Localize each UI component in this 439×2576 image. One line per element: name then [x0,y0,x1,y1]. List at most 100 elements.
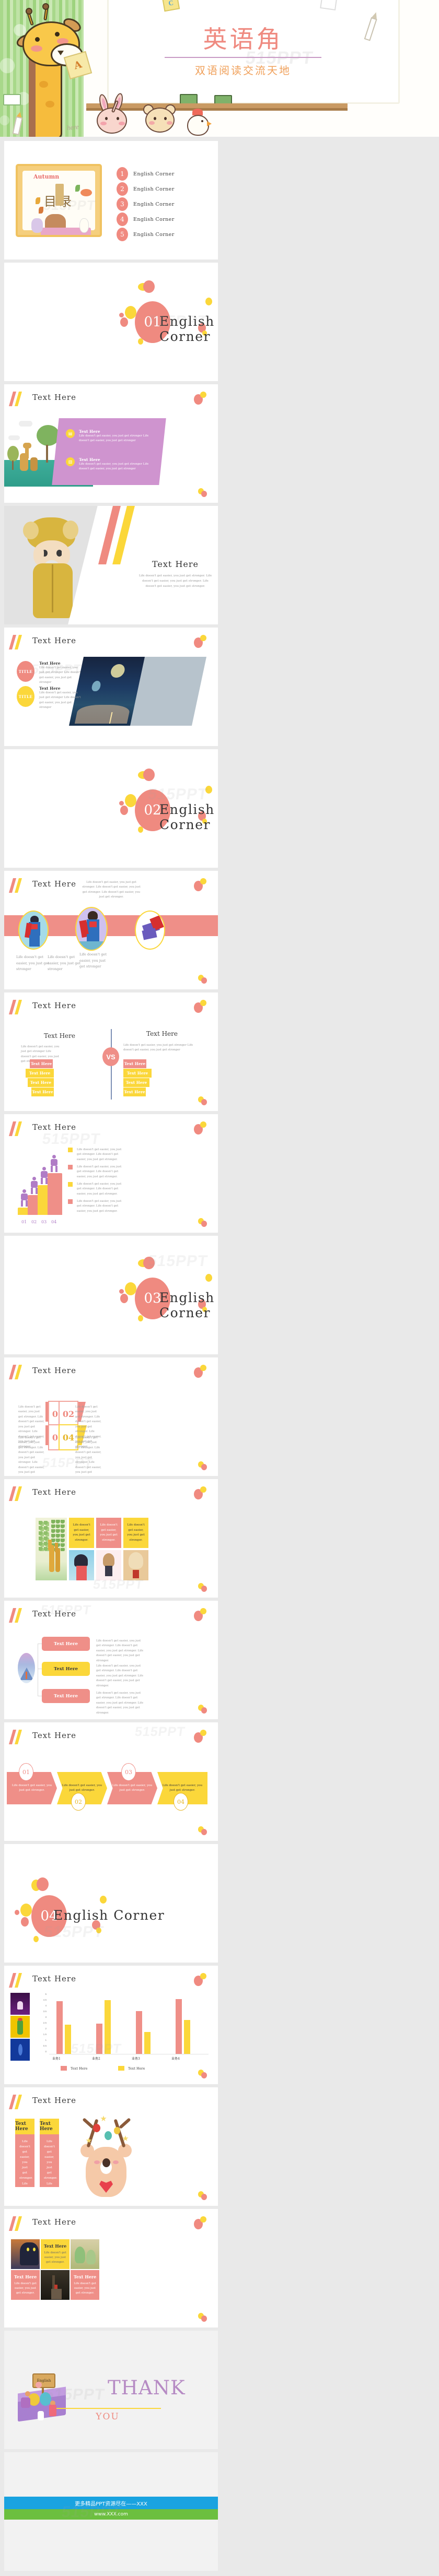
ppt-preview-page: C A here 515PPT 英语角 双语阅读交流天地 Autumn 1 En… [0,0,439,2576]
purple-block: ▥ Text Here Life doesn't get easier, you… [66,457,157,472]
slide-mosaic-cards[interactable]: Text Here Text Here Life doesn't get eas… [4,2209,218,2327]
legend-swatch [61,2066,67,2071]
deco-bubble [33,1936,39,1942]
slide-title: Text Here [32,879,76,889]
branch-button[interactable]: Text Here [42,1662,90,1676]
slide-number-boxes[interactable]: Text Here 01 02 03 04 Life doesn't get e… [4,1357,218,1476]
people-bar-label: 03 [41,1220,47,1224]
vs-right-bar[interactable]: Text Here [123,1078,149,1087]
deco-bubble [37,1877,49,1891]
slide-photo-left[interactable]: Text Here Life doesn't get easier, you j… [4,506,218,624]
gallery-photo-2 [96,1550,121,1580]
vs-left-bar[interactable]: Text Here [26,1069,54,1078]
vs-left-bar[interactable]: Text Here [31,1088,54,1096]
slide-vs-comparison[interactable]: Text Here Text Here Life doesn't get eas… [4,992,218,1111]
vs-right-bar[interactable]: Text Here [123,1088,146,1096]
numbox-text: Life doesn't get easier, you just get st… [75,1436,101,1476]
corner-dots-icon [198,1461,209,1471]
item-heading: Text Here [39,686,61,691]
gallery-text-cell: Life doesn't get easier, you just get st… [123,1518,148,1548]
block-body: Life doesn't get easier, you just get st… [79,434,149,443]
corner-dots-icon [198,1705,209,1714]
toc-item[interactable]: 3 English Corner [117,197,175,211]
deco-bubble [120,806,128,815]
legend-text: Life doesn't get easier, you just get st… [77,1183,122,1196]
slide-thank-you[interactable]: English 515PPT THANK YOU [4,2331,218,2449]
corner-dots-icon [194,635,210,648]
toc-item-label: English Corner [133,231,175,238]
slide-branch-list[interactable]: Text Here Text Here Text Here Text Here … [4,1601,218,1719]
promo-banner-green: www.XXX.com [4,2509,218,2520]
legend-swatch [68,1165,73,1169]
slide-gallery-mosaic[interactable]: Text Here Life doesn't get easier, you j… [4,1479,218,1598]
vs-left-bar[interactable]: Text Here [28,1078,54,1087]
hero-image-3 [135,911,165,950]
legend-label: Text Here [71,2066,88,2071]
title-slash-icon [8,1973,27,1988]
slide-section-03[interactable]: 03 English Corner 515PPT [4,1236,218,1354]
item-body: Life doesn't get easier, you just get st… [39,666,81,684]
branch-body: Life doesn't get easier, you just get st… [96,1639,144,1662]
slide-title-circles[interactable]: Text Here TITLE Text Here Life doesn't g… [4,628,218,746]
people-bar [48,1173,62,1215]
corner-dots-icon [198,975,209,984]
slide-title: Text Here [32,2096,76,2105]
deco-bubble [120,1294,128,1303]
chart-bar [105,2000,111,2054]
slide-deer-cards[interactable]: Text Here Text Here Life doesn't get eas… [4,2087,218,2206]
slide-section-02[interactable]: 02 English Corner 515PPT [4,749,218,868]
branch-button[interactable]: Text Here [42,1637,90,1651]
toc-bubble: 5 [117,228,128,241]
branch-body: Life doesn't get easier, you just get st… [96,1664,144,1687]
legend-text: Life doesn't get easier, you just get st… [77,1148,122,1161]
slide-chevron-process[interactable]: Text Here Life doesn't get easier, you j… [4,1722,218,1841]
vs-left-bar[interactable]: Text Here [30,1059,53,1068]
chart-xlabel: 业务3 [132,2057,140,2061]
slide-title: Text Here [32,393,76,402]
photo-slide-text: Text Here Life doesn't get easier, you j… [137,559,213,589]
deco-bubble [143,1257,155,1269]
gallery-text-cell: Life doesn't get easier, you just get st… [96,1518,121,1548]
toc-item[interactable]: 4 English Corner [117,212,175,226]
toc-item[interactable]: 2 English Corner [117,182,175,196]
title-slash-icon [8,635,27,649]
title-circle-item: TITLE Text Here Life doesn't get easier,… [17,686,82,711]
bar-chart-icon: ▥ [66,457,75,466]
corner-dots-icon [198,1218,209,1227]
vs-right-heading: Text Here [146,1030,178,1037]
slide-purple-panel[interactable]: Text Here ▤ Text Here Life doesn't get e… [4,384,218,503]
branch-button[interactable]: Text Here [42,1689,90,1703]
purple-block: ▤ Text Here Life doesn't get easier, you… [66,429,157,444]
hero-caption: Life doesn't get easier, you just get st… [16,955,50,972]
deco-bubble [15,1910,19,1915]
deco-bubble [120,317,128,327]
slide-end-banner[interactable]: 更多精品PPT资源尽在——XXX www.XXX.com 515PPT [4,2452,218,2571]
toc-item[interactable]: 5 English Corner [117,228,175,241]
deer-illustration [70,2106,142,2200]
chart-thumb-1 [10,1993,30,2015]
mosaic-card-2: Text Here Life doesn't get easier, you j… [11,2270,40,2300]
people-bar-label: 04 [51,1220,57,1224]
slide-superhero-gallery[interactable]: Text Here Life doesn't get easier, you j… [4,871,218,989]
slide-section-01[interactable]: 01 English Corner 515PPT [4,263,218,381]
deco-bubble [125,794,136,807]
vs-badge: VS [102,1047,119,1066]
chart-bar [136,2011,142,2054]
person-icon [51,1155,57,1172]
vs-right-bar[interactable]: Text Here [123,1069,152,1078]
chevron-badge: 02 [71,1793,86,1811]
slide-table-of-contents[interactable]: Autumn 目录 1 English Corner 2 English Cor… [4,141,218,259]
title-slash-icon [8,1486,27,1501]
toc-bubble: 4 [117,212,128,226]
card-body: Life doesn't get easier, you just get st… [44,2251,66,2264]
slide-people-bar-chart[interactable]: Text Here 515PPT 01 02 03 04 Life doesn'… [4,1114,218,1233]
slide-section-04[interactable]: 04 English Corner 515PPT [4,1844,218,1963]
cover-slide[interactable]: C A here 515PPT 英语角 双语阅读交流天地 [0,0,439,137]
slide-column-chart[interactable]: Text Here 5 4.5 4 3.5 3 2.5 2 1.5 1 0.5 … [4,1966,218,2084]
toc-item[interactable]: 1 English Corner [117,167,175,181]
vs-right-bar[interactable]: Text Here [123,1059,146,1068]
vs-left-heading: Text Here [44,1032,75,1039]
title-slash-icon [8,1608,27,1623]
chart-thumb-3 [10,2039,30,2061]
cover-title-block: 英语角 双语阅读交流天地 [157,27,329,77]
